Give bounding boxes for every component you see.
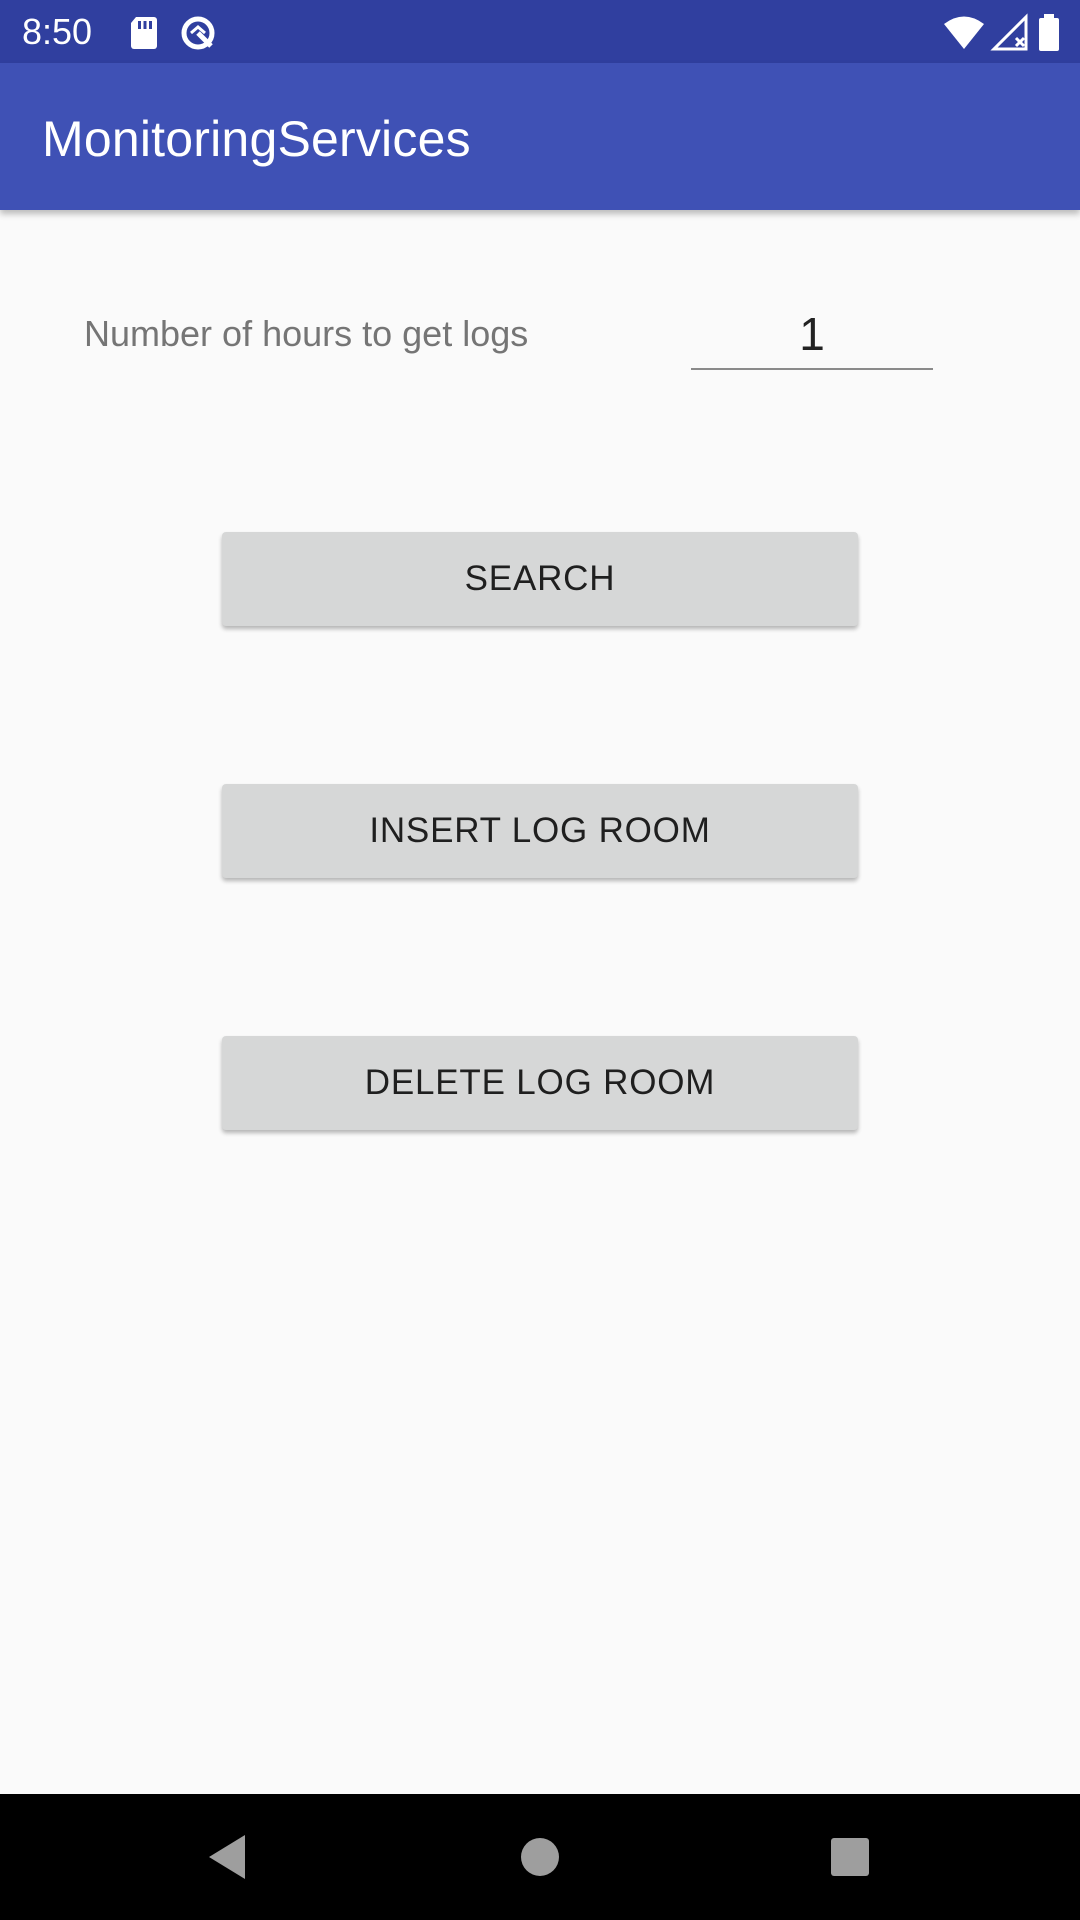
- hours-label: Number of hours to get logs: [84, 313, 529, 354]
- app-bar: MonitoringServices: [0, 63, 1080, 210]
- search-button[interactable]: SEARCH: [222, 532, 858, 626]
- home-icon[interactable]: [507, 1824, 573, 1890]
- sd-card-icon: [124, 13, 164, 53]
- data-saver-icon: [178, 13, 218, 53]
- wifi-icon: [942, 13, 986, 53]
- app-title: MonitoringServices: [42, 111, 471, 167]
- battery-icon: [1036, 13, 1062, 53]
- status-bar: 8:50: [0, 0, 1080, 63]
- screen: 8:50 MonitoringServices Number of hours …: [0, 0, 1080, 1920]
- status-time: 8:50: [22, 11, 93, 52]
- recents-icon[interactable]: [817, 1824, 883, 1890]
- cellular-no-service-icon: [990, 13, 1030, 53]
- hours-input[interactable]: [691, 300, 933, 370]
- back-icon[interactable]: [194, 1824, 260, 1890]
- delete-log-room-button[interactable]: DELETE LOG ROOM: [222, 1036, 858, 1130]
- nav-bar: [0, 1794, 1080, 1920]
- insert-log-room-button[interactable]: INSERT LOG ROOM: [222, 784, 858, 878]
